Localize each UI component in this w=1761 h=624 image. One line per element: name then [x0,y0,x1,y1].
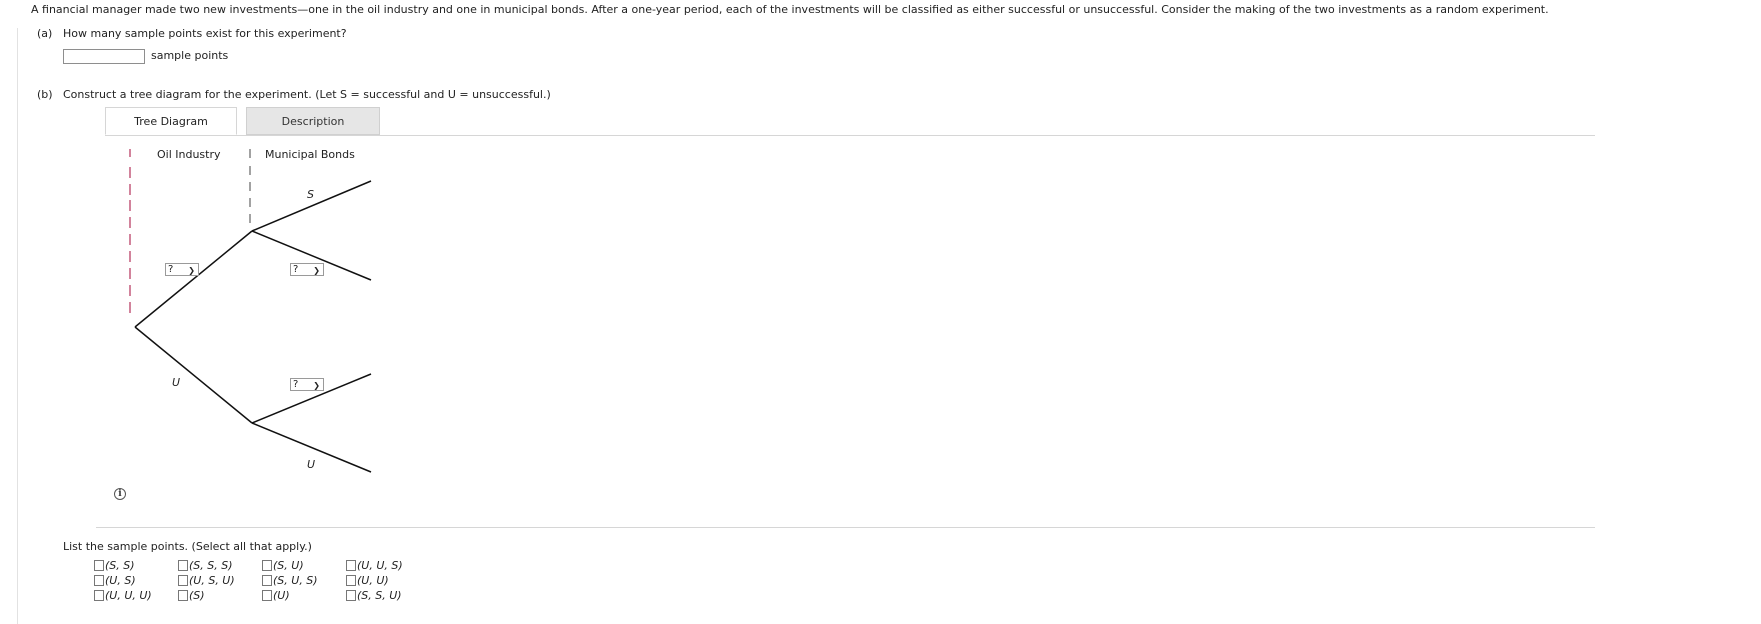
option-label: (S) [189,589,205,602]
option-label: (S, S, S) [189,559,233,572]
oil-upper-branch-dropdown[interactable]: ? ❯ [165,263,199,276]
tree-branches [134,180,372,473]
tree-label-u: U [172,376,181,389]
chevron-down-icon: ❯ [313,381,320,390]
option-checkbox[interactable]: (U, S) [94,574,136,587]
tab-tree-diagram[interactable]: Tree Diagram [105,107,237,135]
option-checkbox[interactable]: (U, S, U) [178,574,235,587]
option-label: (S, S, U) [357,589,402,602]
option-checkbox[interactable]: (U, U, U) [94,589,152,602]
option-label: (S, S) [105,559,135,572]
option-checkbox[interactable]: (S, U, S) [262,574,318,587]
chevron-down-icon: ❯ [188,266,195,275]
option-label: (U, S, U) [189,574,235,587]
checkbox-box[interactable] [94,560,104,571]
option-checkbox[interactable]: (S, S, U) [346,589,402,602]
checkbox-box[interactable] [346,575,356,586]
dropdown-value: ? [168,264,174,275]
option-checkbox[interactable]: (S, S, S) [178,559,233,572]
checkbox-box[interactable] [178,575,188,586]
checkbox-box[interactable] [346,560,356,571]
option-label: (U, U, U) [105,589,152,602]
dropdown-value: ? [293,379,299,390]
section-divider [96,527,1595,528]
chevron-down-icon: ❯ [313,266,320,275]
checkbox-box[interactable] [346,590,356,601]
option-label: (U, U, S) [357,559,403,572]
checkbox-box[interactable] [178,590,188,601]
checkbox-box[interactable] [262,575,272,586]
option-checkbox[interactable]: (U, U, S) [346,559,403,572]
option-label: (U, U) [357,574,389,587]
option-checkbox[interactable]: (S, U) [262,559,304,572]
checkbox-box[interactable] [178,560,188,571]
option-checkbox[interactable]: (U, U) [346,574,389,587]
tree-label-s: S [307,188,314,201]
option-label: (S, U, S) [273,574,318,587]
checkbox-box[interactable] [94,590,104,601]
option-checkbox[interactable]: (U) [262,589,290,602]
checkbox-box[interactable] [262,590,272,601]
option-label: (U) [273,589,290,602]
checkbox-box[interactable] [94,575,104,586]
bonds-lower-upper-dropdown[interactable]: ? ❯ [290,378,324,391]
option-label: (U, S) [105,574,136,587]
dropdown-value: ? [293,264,299,275]
checkbox-box[interactable] [262,560,272,571]
tree-label-u-bottom: U [307,458,316,471]
info-icon[interactable]: i [114,488,126,500]
bonds-upper-lower-dropdown[interactable]: ? ❯ [290,263,324,276]
option-checkbox[interactable]: (S) [178,589,205,602]
list-prompt: List the sample points. (Select all that… [63,540,312,553]
option-checkbox[interactable]: (S, S) [94,559,135,572]
option-label: (S, U) [273,559,304,572]
tree-diagram [129,149,372,473]
